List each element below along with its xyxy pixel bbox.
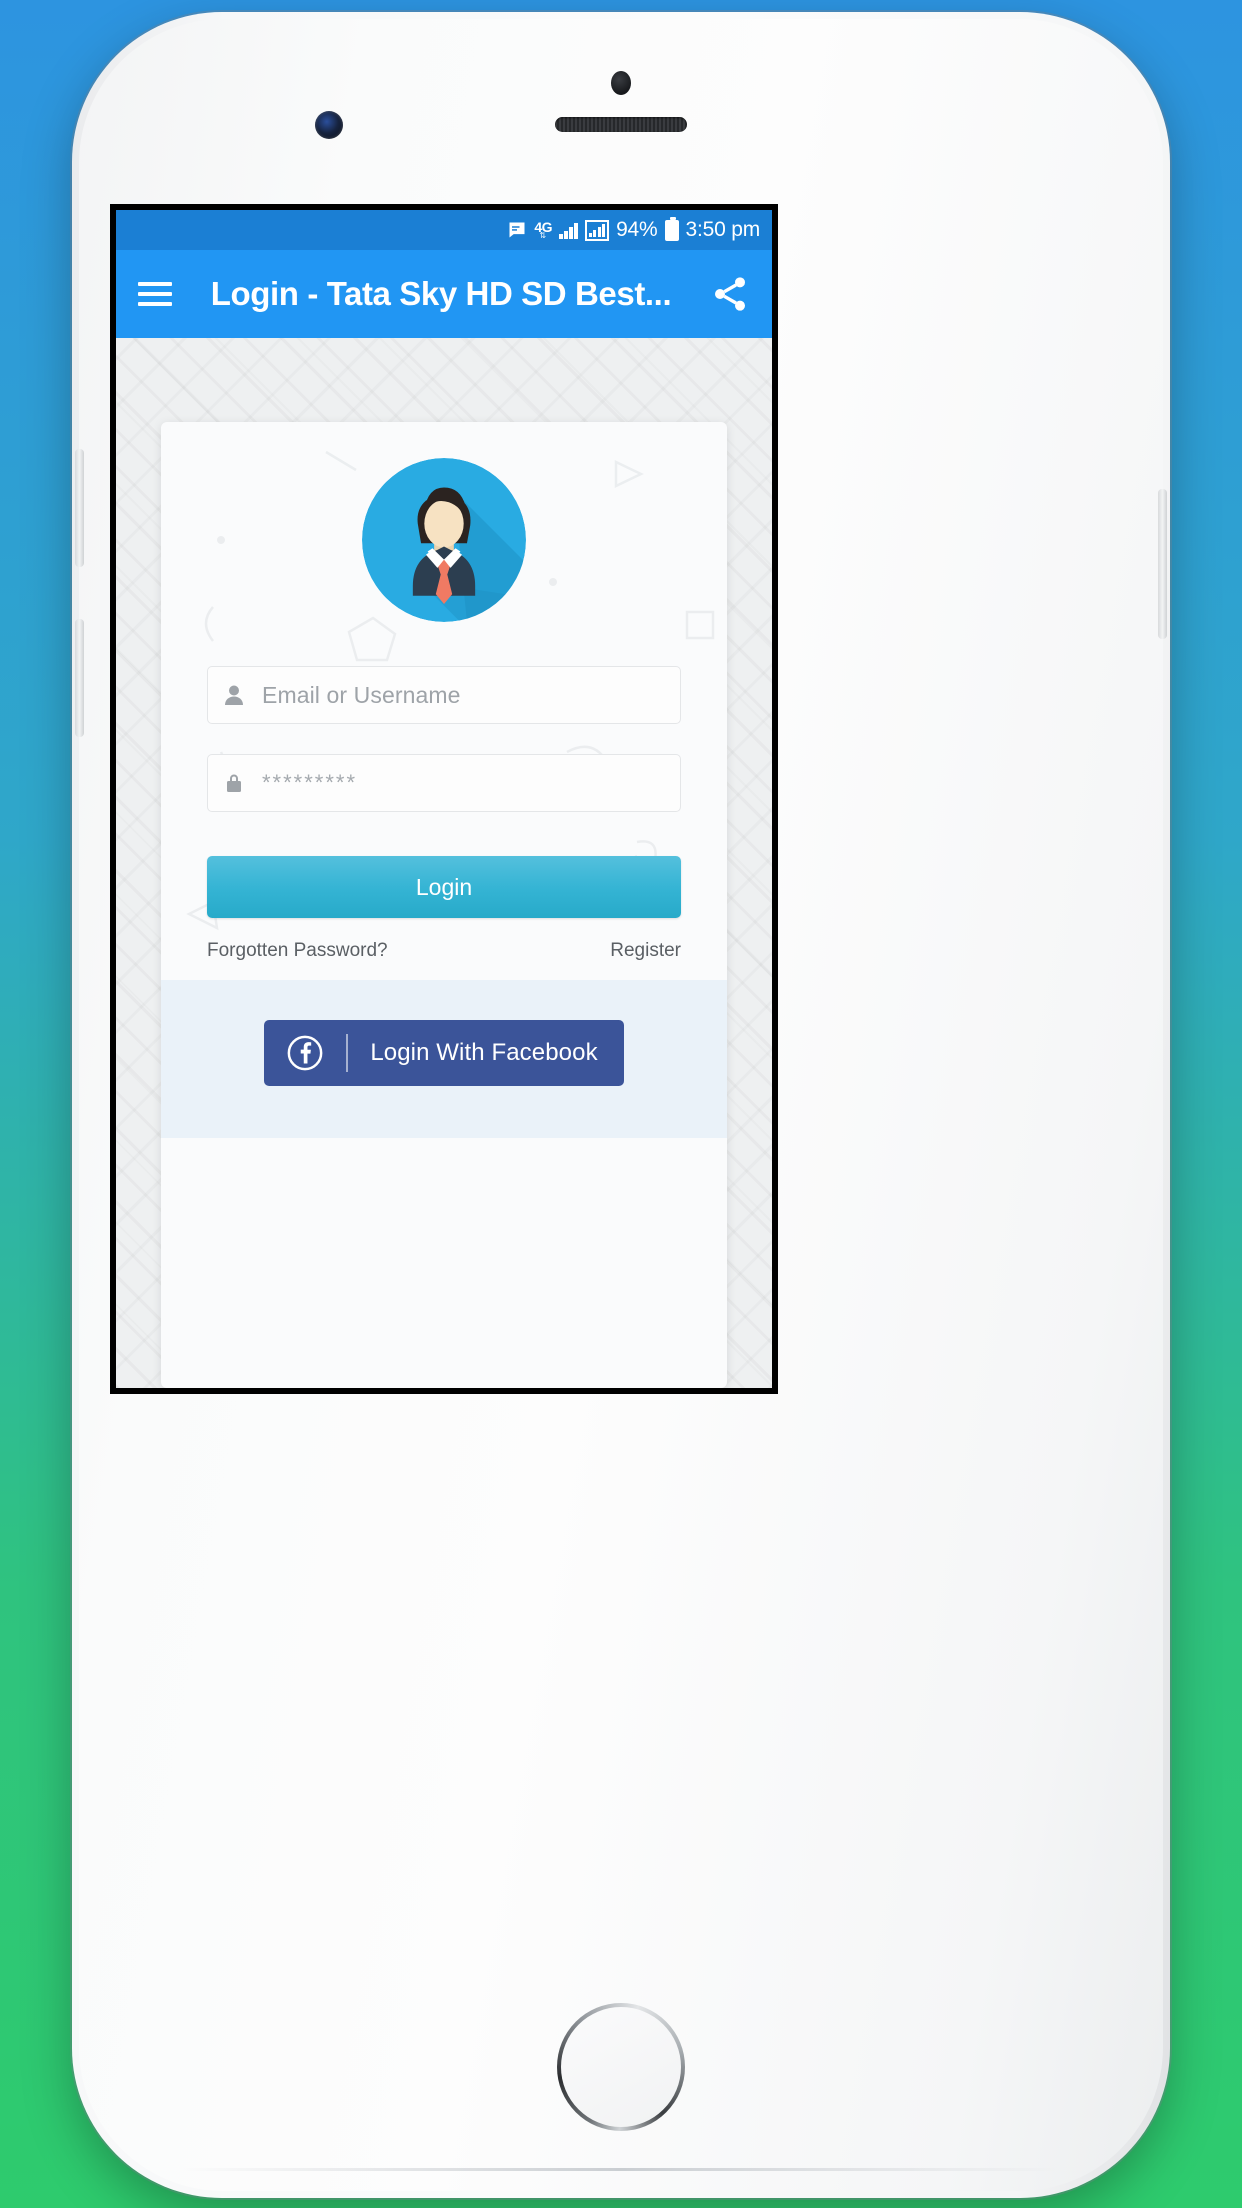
page-background: Email or Username ********* Login Forgot… <box>116 338 772 1388</box>
facebook-button-label: Login With Facebook <box>370 1039 598 1066</box>
screen-bezel: 4G ⇅ 94% 3:50 pm Login - Tata Sky HD SD … <box>110 204 778 1394</box>
volume-down-button[interactable] <box>75 619 84 737</box>
signal-bars-boxed-icon <box>584 219 610 241</box>
earpiece-speaker <box>555 117 687 132</box>
facebook-icon <box>287 1035 323 1071</box>
status-bar: 4G ⇅ 94% 3:50 pm <box>116 210 772 250</box>
facebook-login-button[interactable]: Login With Facebook <box>264 1020 624 1086</box>
volume-up-button[interactable] <box>75 449 84 567</box>
login-card: Email or Username ********* Login Forgot… <box>161 422 727 1388</box>
clock-label: 3:50 pm <box>685 218 761 241</box>
person-icon <box>224 685 244 705</box>
signal-bars-icon <box>559 222 578 239</box>
proximity-sensor-icon <box>611 71 631 95</box>
page-title: Login - Tata Sky HD SD Best... <box>210 275 672 312</box>
phone-device: 4G ⇅ 94% 3:50 pm Login - Tata Sky HD SD … <box>72 12 1170 2198</box>
battery-percent-label: 94% <box>616 218 658 241</box>
battery-icon <box>664 216 679 241</box>
share-icon[interactable] <box>710 274 750 314</box>
forgotten-password-link[interactable]: Forgotten Password? <box>207 940 388 962</box>
register-link[interactable]: Register <box>610 940 681 962</box>
phone-body: 4G ⇅ 94% 3:50 pm Login - Tata Sky HD SD … <box>75 19 1167 2191</box>
login-card-top: Email or Username ********* Login Forgot… <box>161 422 727 980</box>
phone-bottom-seam <box>181 2168 1061 2171</box>
network-type-indicator: 4G ⇅ <box>534 219 553 240</box>
lock-icon <box>224 773 244 793</box>
app-bar: Login - Tata Sky HD SD Best... <box>116 250 772 338</box>
username-placeholder: Email or Username <box>262 681 461 708</box>
password-field[interactable]: ********* <box>207 754 681 812</box>
login-button[interactable]: Login <box>207 856 681 918</box>
home-button-face <box>561 2007 681 2127</box>
facebook-button-divider <box>346 1034 349 1072</box>
password-placeholder: ********* <box>262 770 358 795</box>
front-camera-icon <box>315 111 343 139</box>
sms-icon <box>507 220 527 240</box>
card-links-row: Forgotten Password? Register <box>207 940 681 980</box>
home-button-ring <box>557 2003 685 2131</box>
home-button[interactable] <box>557 2003 685 2131</box>
hamburger-menu-icon[interactable] <box>138 282 172 306</box>
user-avatar-icon <box>362 458 526 622</box>
phone-screen: 4G ⇅ 94% 3:50 pm Login - Tata Sky HD SD … <box>116 210 772 1388</box>
avatar-container <box>207 458 681 622</box>
username-field[interactable]: Email or Username <box>207 666 681 724</box>
power-button[interactable] <box>1158 489 1167 639</box>
facebook-login-section: Login With Facebook <box>161 980 727 1138</box>
